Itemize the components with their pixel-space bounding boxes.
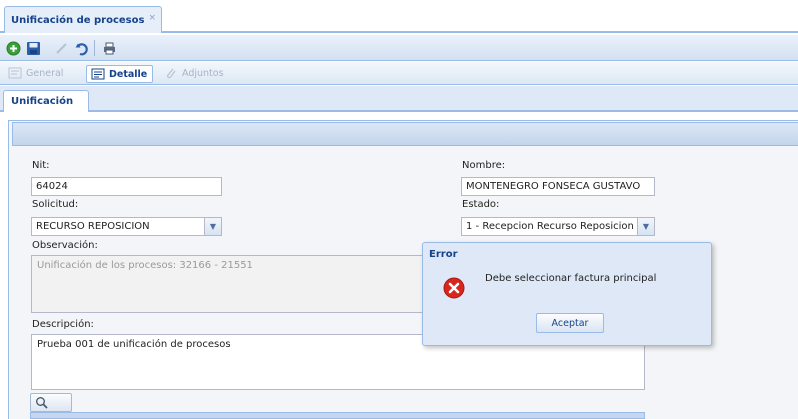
paperclip-icon bbox=[167, 68, 176, 79]
view-switch-bar: General Detalle Adjuntos bbox=[0, 62, 798, 85]
tab-unificacion[interactable]: Unificación bbox=[3, 90, 89, 112]
error-dialog: Error Debe seleccionar factura principal… bbox=[422, 242, 712, 346]
tab-title: Unificación de procesos bbox=[11, 15, 145, 26]
undo-icon[interactable] bbox=[72, 39, 90, 57]
search-button[interactable] bbox=[30, 393, 72, 412]
tab-unificacion-procesos[interactable]: Unificación de procesos × bbox=[4, 6, 162, 33]
grid-header-strip bbox=[30, 412, 645, 419]
chevron-down-icon[interactable]: ▼ bbox=[637, 218, 654, 235]
estado-select[interactable]: 1 - Recepcion Recurso Reposicion ▼ bbox=[461, 217, 655, 236]
panel-header bbox=[12, 122, 798, 146]
print-icon[interactable] bbox=[100, 39, 118, 57]
solicitud-value: RECURSO REPOSICION bbox=[36, 221, 150, 232]
inner-tab-strip: Unificación bbox=[0, 86, 798, 112]
accept-button[interactable]: Aceptar bbox=[536, 313, 604, 333]
edit-icon[interactable] bbox=[52, 39, 70, 57]
estado-label: Estado: bbox=[462, 199, 500, 210]
chevron-down-icon[interactable]: ▼ bbox=[204, 218, 221, 235]
tab-adjuntos-label: Adjuntos bbox=[182, 68, 224, 79]
solicitud-select[interactable]: RECURSO REPOSICION ▼ bbox=[31, 217, 222, 236]
icon-toolbar bbox=[0, 35, 798, 61]
add-icon[interactable] bbox=[4, 39, 22, 57]
detail-icon bbox=[91, 68, 105, 80]
tab-adjuntos[interactable]: Adjuntos bbox=[160, 65, 229, 83]
toolbar-divider bbox=[94, 40, 95, 56]
tab-detalle-label: Detalle bbox=[109, 69, 148, 80]
observacion-label: Observación: bbox=[32, 240, 98, 251]
tab-general-label: General bbox=[26, 68, 64, 79]
solicitud-label: Solicitud: bbox=[32, 199, 79, 210]
tab-detalle[interactable]: Detalle bbox=[86, 65, 154, 83]
tab-general[interactable]: General bbox=[4, 65, 68, 83]
observacion-textarea: Unificación de los procesos: 32166 - 215… bbox=[31, 255, 424, 313]
nombre-label: Nombre: bbox=[462, 160, 506, 171]
dialog-title: Error bbox=[429, 249, 458, 260]
estado-value: 1 - Recepcion Recurso Reposicion bbox=[466, 221, 634, 232]
error-icon bbox=[443, 277, 465, 299]
close-icon[interactable]: × bbox=[148, 13, 156, 23]
save-icon[interactable] bbox=[24, 39, 42, 57]
descripcion-label: Descripción: bbox=[32, 319, 94, 330]
nit-label: Nit: bbox=[32, 160, 50, 171]
dialog-message: Debe seleccionar factura principal bbox=[485, 273, 657, 284]
nit-field[interactable]: 64024 bbox=[31, 177, 222, 196]
nombre-field[interactable]: MONTENEGRO FONSECA GUSTAVO bbox=[461, 177, 655, 196]
document-tab-strip: Unificación de procesos × bbox=[0, 0, 798, 33]
general-icon bbox=[8, 67, 22, 79]
search-icon bbox=[36, 397, 48, 409]
